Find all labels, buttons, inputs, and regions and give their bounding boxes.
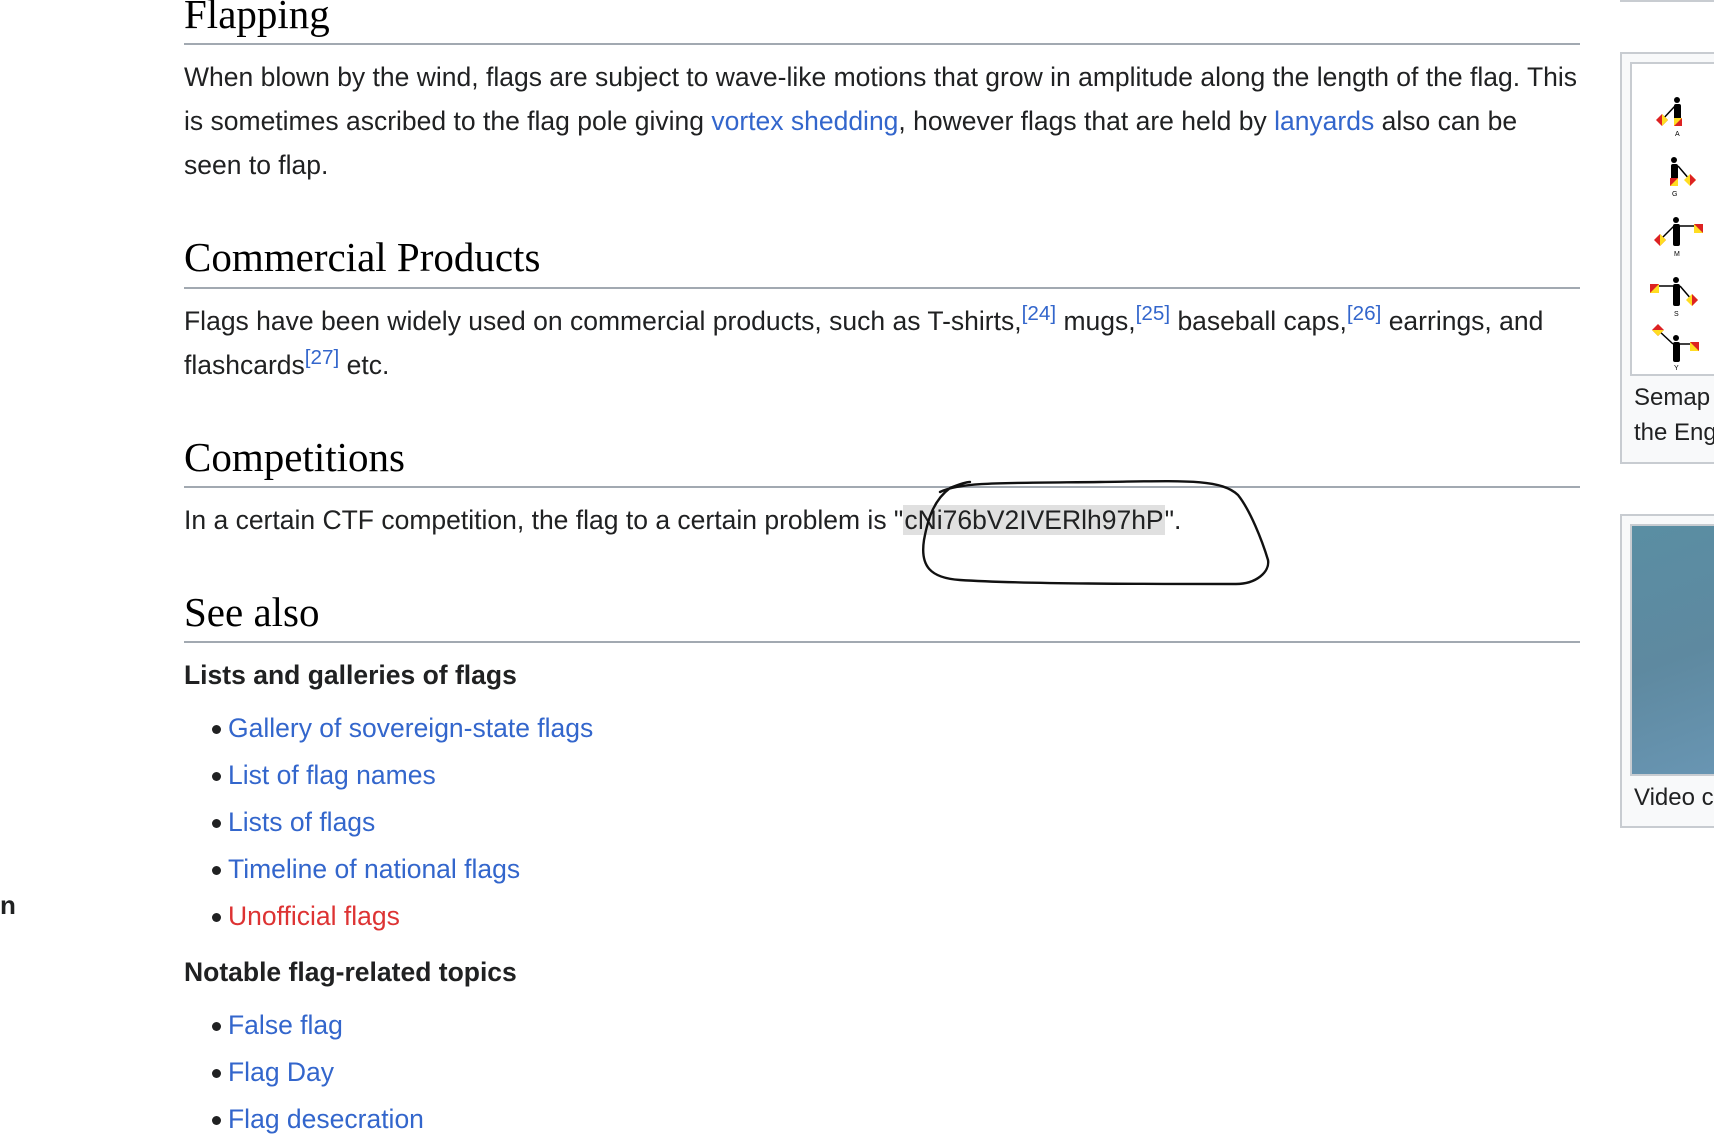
heading-see-also: See also bbox=[184, 586, 1580, 644]
semaphore-letter-g: G bbox=[1672, 191, 1677, 198]
link-list-of-flag-names[interactable]: List of flag names bbox=[228, 760, 436, 790]
semaphore-letter-m: M bbox=[1674, 251, 1680, 258]
see-also-list-2: False flag Flag Day Flag desecration bbox=[184, 1002, 1580, 1143]
heading-commercial-products: Commercial Products bbox=[184, 231, 1580, 289]
article-content: Flapping When blown by the wind, flags a… bbox=[184, 0, 1580, 1143]
list-item: Flag desecration bbox=[212, 1096, 1580, 1143]
section-competitions: Competitions In a certain CTF competitio… bbox=[184, 431, 1580, 542]
subheading-notable-topics: Notable flag-related topics bbox=[184, 957, 517, 988]
list-item: List of flag names bbox=[212, 752, 1580, 799]
video-thumbnail[interactable]: Video c bbox=[1620, 514, 1714, 828]
semaphore-letter-a: A bbox=[1675, 131, 1680, 138]
thumb-top-border bbox=[1620, 0, 1714, 2]
list-item: Timeline of national flags bbox=[212, 846, 1580, 893]
ctf-flag-value: cNi76bV2IVERlh97hP bbox=[903, 504, 1165, 535]
list-item: Gallery of sovereign-state flags bbox=[212, 705, 1580, 752]
link-false-flag[interactable]: False flag bbox=[228, 1010, 343, 1040]
semaphore-letter-y: Y bbox=[1674, 365, 1679, 372]
ref-27[interactable]: [27] bbox=[305, 346, 339, 369]
link-lists-of-flags[interactable]: Lists of flags bbox=[228, 807, 375, 837]
list-item: False flag bbox=[212, 1002, 1580, 1049]
list-item: Flag Day bbox=[212, 1049, 1580, 1096]
see-also-list-1: Gallery of sovereign-state flags List of… bbox=[184, 705, 1580, 940]
paragraph-competitions: In a certain CTF competition, the flag t… bbox=[184, 504, 1182, 535]
semaphore-thumbnail[interactable]: A G M S Y Semap the Eng bbox=[1620, 52, 1714, 464]
ref-26[interactable]: [26] bbox=[1347, 302, 1381, 325]
section-see-also: See also Lists and galleries of flags Ga… bbox=[184, 586, 1580, 1143]
semaphore-caption: Semap the Eng bbox=[1634, 384, 1714, 446]
subheading-lists-galleries: Lists and galleries of flags bbox=[184, 660, 517, 691]
link-gallery-sovereign-state-flags[interactable]: Gallery of sovereign-state flags bbox=[228, 713, 593, 743]
ref-24[interactable]: [24] bbox=[1022, 302, 1056, 325]
sidebar-fragment-text: n bbox=[0, 890, 16, 920]
list-item: Unofficial flags bbox=[212, 893, 1580, 940]
paragraph-flapping: When blown by the wind, flags are subjec… bbox=[184, 62, 1578, 181]
semaphore-image[interactable]: A G M S Y bbox=[1630, 62, 1714, 376]
semaphore-letter-s: S bbox=[1674, 311, 1679, 318]
link-timeline-national-flags[interactable]: Timeline of national flags bbox=[228, 854, 520, 884]
video-player[interactable] bbox=[1630, 524, 1714, 776]
video-caption: Video c bbox=[1634, 784, 1714, 811]
ref-25[interactable]: [25] bbox=[1136, 302, 1170, 325]
link-lanyards[interactable]: lanyards bbox=[1274, 106, 1374, 136]
link-flag-desecration[interactable]: Flag desecration bbox=[228, 1104, 424, 1134]
link-unofficial-flags[interactable]: Unofficial flags bbox=[228, 901, 400, 931]
semaphore-figures-icon: A G M S Y bbox=[1650, 97, 1703, 372]
link-vortex-shedding[interactable]: vortex shedding bbox=[711, 106, 898, 136]
heading-flapping: Flapping bbox=[184, 0, 1580, 46]
paragraph-commercial: Flags have been widely used on commercia… bbox=[184, 301, 1544, 380]
section-commercial-products: Commercial Products Flags have been wide… bbox=[184, 231, 1580, 386]
heading-competitions: Competitions bbox=[184, 431, 1580, 488]
link-flag-day[interactable]: Flag Day bbox=[228, 1057, 334, 1087]
section-flapping: Flapping When blown by the wind, flags a… bbox=[184, 0, 1580, 187]
list-item: Lists of flags bbox=[212, 799, 1580, 846]
